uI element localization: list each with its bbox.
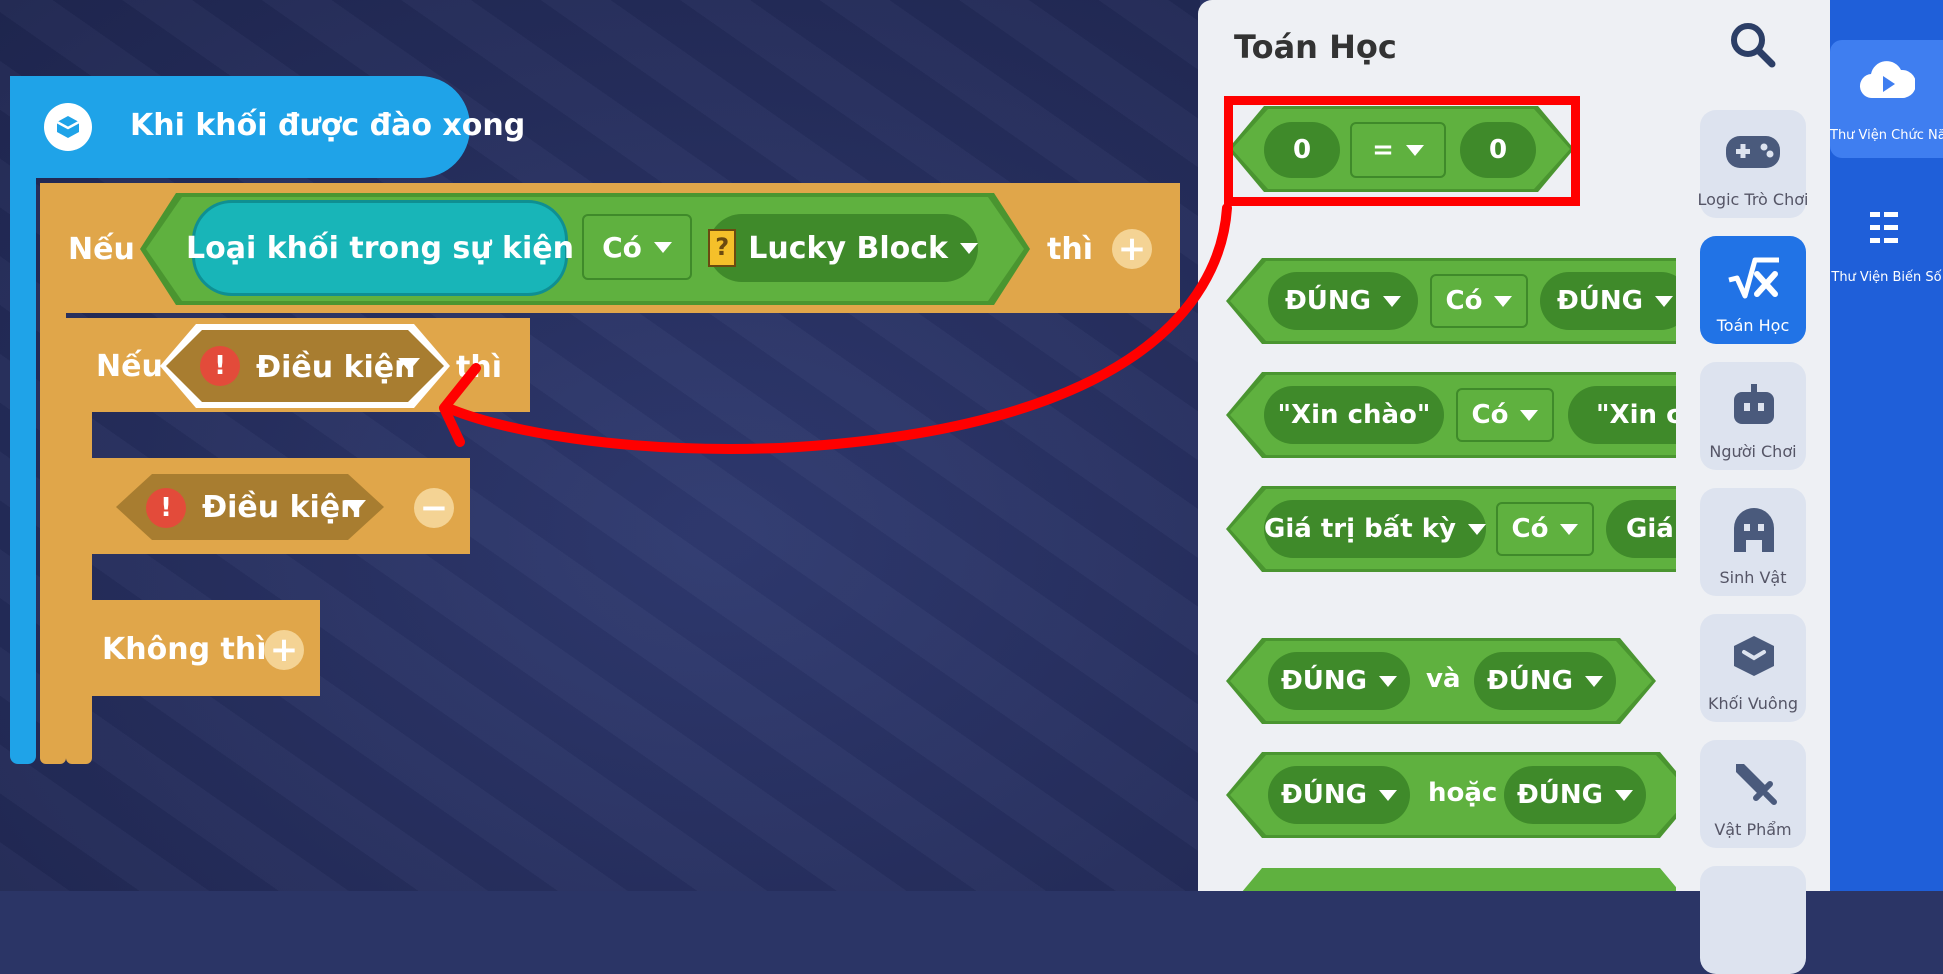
drag-arrow	[439, 203, 1232, 454]
sword-icon	[1730, 758, 1778, 810]
warning-icon: !	[200, 346, 240, 386]
next-palette-block[interactable]	[1226, 868, 1676, 891]
row-left-dropdown[interactable]: ĐÚNG	[1268, 272, 1418, 330]
search-icon[interactable]	[1728, 20, 1778, 74]
chevron-down-icon	[344, 500, 366, 513]
and-right-dropdown[interactable]: ĐÚNG	[1474, 652, 1616, 710]
and-right-value: ĐÚNG	[1487, 666, 1573, 696]
row-left-text-input[interactable]: "Xin chào"	[1264, 386, 1444, 444]
function-library-label: Thư Viện Chức Năng	[1830, 128, 1943, 143]
palette-bottom-area: ĐÚNG hoặc ĐÚNG	[1198, 748, 1676, 891]
cube-icon	[44, 103, 92, 151]
row-left-value: "Xin chào"	[1277, 400, 1431, 430]
or-right-dropdown[interactable]: ĐÚNG	[1504, 766, 1646, 824]
and-keyword: và	[1426, 664, 1461, 694]
chevron-down-icon	[1379, 789, 1397, 801]
row-left-value: ĐÚNG	[1285, 286, 1371, 316]
chevron-down-icon	[1467, 523, 1486, 535]
if-block-inner-spine	[66, 400, 92, 764]
row-operator-value: Có	[1511, 514, 1549, 544]
palette-compare-rows: ĐÚNG Có ĐÚNG "Xin chào" Có "Xin ch Giá t…	[1198, 250, 1676, 670]
category-more[interactable]	[1700, 866, 1806, 974]
chevron-down-icon	[1615, 789, 1633, 801]
chevron-down-icon	[1585, 675, 1603, 687]
row-right-value: "Xin ch	[1596, 400, 1676, 430]
event-block-spine	[10, 170, 36, 764]
chevron-down-icon	[1655, 295, 1673, 307]
warning-icon: !	[146, 488, 186, 528]
row-operator-dropdown[interactable]: Có	[1496, 502, 1594, 556]
cube-icon	[1730, 632, 1778, 684]
cloud-play-icon	[1859, 58, 1917, 106]
or-left-value: ĐÚNG	[1281, 780, 1367, 810]
category-cube-label: Khối Vuông	[1707, 694, 1799, 713]
or-left-dropdown[interactable]: ĐÚNG	[1268, 766, 1410, 824]
row-left-value: Giá trị bất kỳ	[1264, 514, 1456, 544]
creature-icon	[1730, 506, 1778, 558]
remove-branch-button[interactable]: −	[414, 488, 454, 528]
chevron-down-icon	[1560, 523, 1579, 535]
row-operator-value: Có	[1471, 400, 1509, 430]
math-icon	[1727, 256, 1781, 304]
else-label: Không thì	[102, 632, 267, 667]
chevron-down-icon	[398, 358, 420, 371]
chevron-down-icon	[1520, 409, 1539, 421]
list-icon[interactable]	[1866, 208, 1906, 252]
if-block-outer-spine	[40, 300, 66, 764]
chevron-down-icon	[1494, 295, 1513, 307]
row-operator-dropdown[interactable]: Có	[1456, 388, 1554, 442]
event-block-label: Khi khối được đào xong	[130, 108, 526, 143]
row-right-value: Giá t	[1626, 514, 1676, 544]
palette-title: Toán Học	[1234, 28, 1397, 66]
and-left-dropdown[interactable]: ĐÚNG	[1268, 652, 1410, 710]
elseif-condition-placeholder: Điều kiện	[202, 490, 362, 525]
chevron-down-icon	[1379, 675, 1397, 687]
condition-placeholder: Điều kiện	[256, 350, 416, 385]
and-left-value: ĐÚNG	[1281, 666, 1367, 696]
category-item-label: Vật Phẩm	[1714, 820, 1792, 839]
highlight-box	[1224, 96, 1580, 206]
if-keyword: Nếu	[68, 232, 135, 267]
row-operator-value: Có	[1445, 286, 1483, 316]
row-right-dropdown[interactable]: ĐÚNG	[1540, 272, 1676, 330]
inner-if-keyword: Nếu	[96, 349, 163, 384]
row-left-dropdown[interactable]: Giá trị bất kỳ	[1264, 500, 1486, 558]
row-right-dropdown[interactable]: Giá t	[1606, 500, 1676, 558]
row-right-text-input[interactable]: "Xin ch	[1568, 386, 1676, 444]
category-math-label: Toán Học	[1716, 316, 1790, 335]
variable-library-label: Thư Viện Biến Số	[1831, 270, 1942, 285]
row-operator-dropdown[interactable]: Có	[1430, 274, 1528, 328]
robot-icon	[1730, 382, 1778, 432]
or-right-value: ĐÚNG	[1517, 780, 1603, 810]
category-player-label: Người Chơi	[1709, 442, 1797, 461]
or-keyword: hoặc	[1428, 778, 1498, 808]
category-logic-label: Logic Trò Chơi	[1697, 190, 1809, 209]
row-right-value: ĐÚNG	[1557, 286, 1643, 316]
category-creature-label: Sinh Vật	[1719, 568, 1787, 587]
chevron-down-icon	[1383, 295, 1401, 307]
gamepad-icon	[1724, 130, 1782, 176]
add-else-branch-button[interactable]: +	[264, 630, 304, 670]
